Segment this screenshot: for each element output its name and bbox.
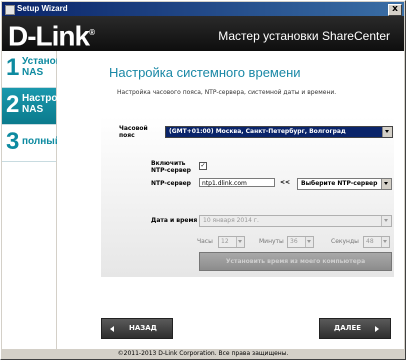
setup-wizard-window: Setup Wizard x D-Link® Мастер установки …: [0, 0, 406, 360]
timezone-select[interactable]: (GMT+01:00) Москва, Санкт-Петербург, Вол…: [165, 126, 393, 138]
app-icon: [5, 5, 15, 15]
step-label: Настройка NAS: [22, 93, 75, 115]
chevron-down-icon[interactable]: [382, 127, 392, 137]
seconds-select[interactable]: 48: [363, 236, 390, 248]
ntp-server-select[interactable]: Выберите NTP-сервер: [297, 178, 392, 190]
step-number: 2: [6, 91, 20, 118]
ntp-select-value: Выберите NTP-сервер: [301, 180, 378, 187]
step-label: Установка NAS: [22, 56, 73, 78]
title-bar[interactable]: Setup Wizard x: [2, 2, 404, 16]
chevron-down-icon[interactable]: [305, 237, 313, 247]
chevron-down-icon[interactable]: [236, 237, 244, 247]
sidebar: 1 Установка NAS 2 Настройка NAS 3 полный: [2, 51, 75, 349]
dlink-logo: D-Link®: [8, 20, 95, 52]
arrow-left-icon: [110, 326, 114, 332]
timezone-label: Часовой пояс: [119, 125, 148, 139]
main-content: Настройка системного времени Настройка ч…: [57, 51, 404, 349]
chevron-down-icon[interactable]: [381, 237, 389, 247]
ntp-server-label: NTP-сервер: [151, 180, 191, 187]
footer-copyright: ©2011-2013 D-Link Corporation. Все права…: [2, 349, 404, 359]
sidebar-step-install: 1 Установка NAS: [2, 51, 73, 88]
header-title: Мастер установки ShareCenter: [218, 29, 390, 43]
hours-value: 12: [221, 238, 229, 245]
sidebar-step-complete: 3 полный: [2, 125, 61, 162]
minutes-value: 36: [290, 238, 298, 245]
page-description: Настройка часового пояса, NTP-сервера, с…: [117, 89, 337, 96]
window-title: Setup Wizard: [17, 4, 68, 13]
date-select[interactable]: 10 января 2014 г.: [199, 215, 392, 227]
ntp-server-input[interactable]: ntp1.dlink.com: [199, 178, 275, 187]
page-title: Настройка системного времени: [109, 65, 301, 80]
set-time-from-computer-button[interactable]: Установить время из моего компьютера: [199, 252, 392, 271]
close-button[interactable]: x: [388, 4, 402, 16]
arrow-right-icon: [375, 326, 379, 332]
next-button[interactable]: ДАЛЕЕ: [319, 318, 391, 339]
step-number: 1: [6, 54, 20, 81]
minutes-label: Минуты: [259, 238, 284, 245]
seconds-label: Секунды: [331, 238, 359, 245]
hours-label: Часы: [197, 238, 213, 245]
back-button[interactable]: НАЗАД: [101, 318, 173, 339]
chevron-down-icon[interactable]: [381, 216, 391, 226]
seconds-value: 48: [366, 238, 374, 245]
timezone-value: (GMT+01:00) Москва, Санкт-Петербург, Вол…: [169, 128, 346, 135]
ntp-enable-label: Включить NTP-сервер: [151, 160, 191, 174]
next-button-label: ДАЛЕЕ: [334, 324, 362, 332]
step-label: полный: [22, 136, 61, 147]
step-number: 3: [6, 128, 20, 155]
hours-select[interactable]: 12: [218, 236, 245, 248]
datetime-label: Дата и время: [151, 217, 198, 224]
back-button-label: НАЗАД: [129, 324, 157, 332]
date-value: 10 января 2014 г.: [203, 217, 259, 224]
ntp-copy-arrows: <<: [280, 179, 291, 186]
ntp-enable-checkbox[interactable]: ✓: [199, 162, 207, 170]
header: D-Link® Мастер установки ShareCenter: [2, 16, 404, 51]
sidebar-step-configure: 2 Настройка NAS: [2, 88, 75, 125]
minutes-select[interactable]: 36: [287, 236, 314, 248]
chevron-down-icon[interactable]: [381, 179, 391, 189]
